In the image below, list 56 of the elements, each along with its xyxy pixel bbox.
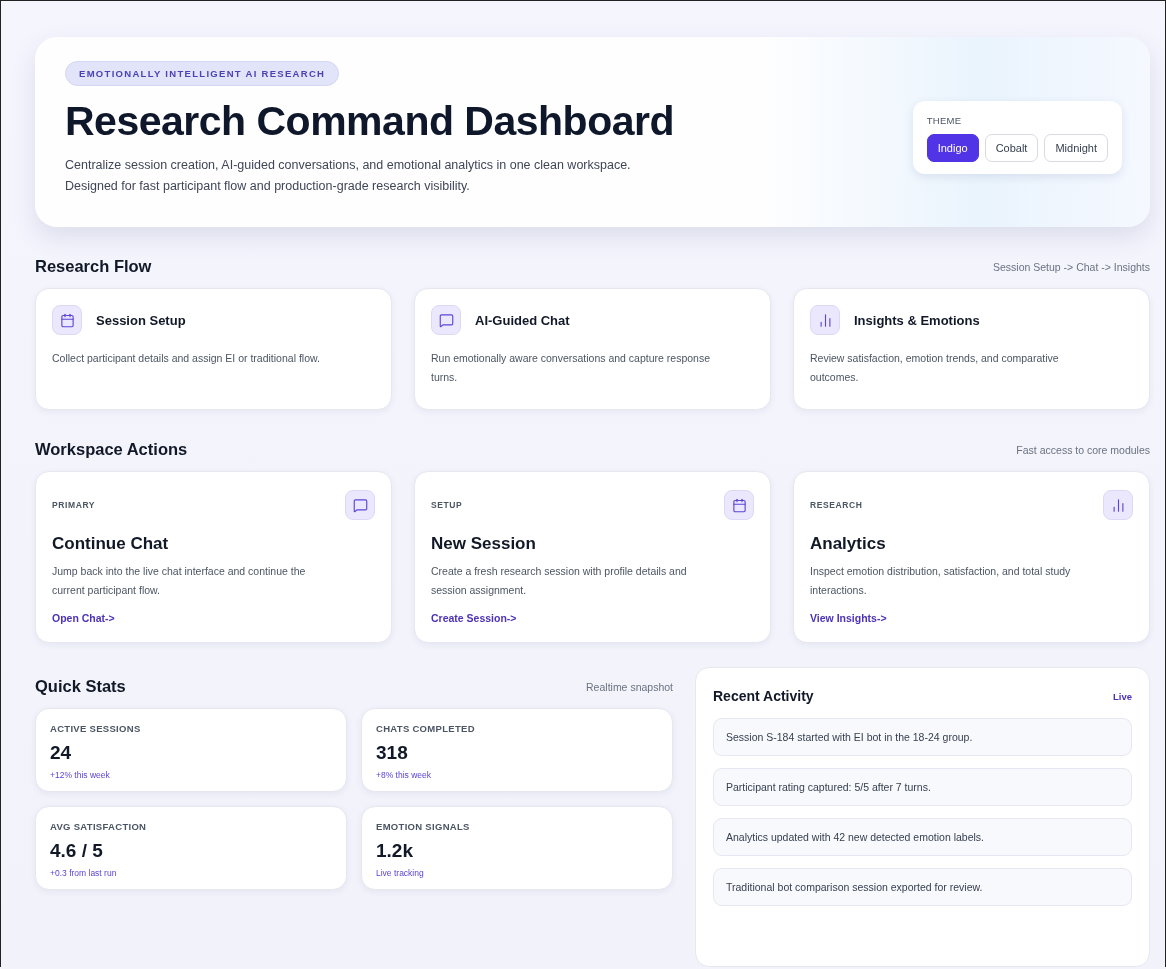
activity-item: Participant rating captured: 5/5 after 7 turns. [713,768,1132,806]
step-title: Session Setup [96,312,186,328]
calendar-icon [52,305,82,335]
live-label: Live [1113,690,1132,702]
activity-item: Session S-184 started with EI bot in the 18-24 group. [713,718,1132,756]
stat-label: AVG SATISFACTION [50,821,148,832]
hero-description: Designed for fast participant flow and production-grade research visibility. [65,178,470,195]
stat-value: 4.6 / 5 [50,840,104,862]
activity-item: Analytics updated with 42 new detected emotion labels. [713,818,1132,856]
page-title: Research Command Dashboard [65,98,674,145]
section-title: Quick Stats [35,677,126,696]
theme-option[interactable]: Indigo [926,133,979,162]
stat-note: +0.3 from last run [50,868,118,878]
stat-note: Live tracking [376,868,425,878]
card-link[interactable]: View Insights-> [810,612,887,624]
stat-value: 24 [50,742,73,764]
activity-item: Traditional bot comparison session exported for review. [713,868,1132,906]
section-hint: Fast access to core modules [1016,443,1150,456]
card-title: Analytics [810,534,887,554]
stat-value: 1.2k [376,840,414,862]
step-title: Insights & Emotions [854,312,980,328]
theme-option[interactable]: Cobalt [984,133,1039,162]
chat-icon [345,490,375,520]
card-title: Continue Chat [52,534,170,554]
panel-title: Recent Activity [713,688,814,704]
eyebrow-badge: EMOTIONALLY INTELLIGENT AI RESEARCH [65,61,340,86]
step-description: Collect participant details and assign EI or traditional flow. [52,351,321,366]
card-description: Inspect emotion distribution, satisfaction, and total study interactions. [810,564,1072,598]
card-link[interactable]: Create Session-> [431,612,517,624]
card-title: New Session [431,534,537,554]
calendar-icon [724,490,754,520]
section-hint: Session Setup -> Chat -> Insights [993,260,1150,273]
card-tag: SETUP [431,500,463,510]
stat-label: ACTIVE SESSIONS [50,723,142,734]
card-description: Jump back into the live chat interface and continue the current participant flow. [52,564,307,598]
stat-note: +8% this week [376,770,433,780]
step-description: Review satisfaction, emotion trends, and comparative outcomes. [810,351,1060,385]
stat-label: CHATS COMPLETED [376,723,476,734]
stat-label: EMOTION SIGNALS [376,821,471,832]
bar-chart-icon [1103,490,1133,520]
card-tag: RESEARCH [810,500,863,510]
step-description: Run emotionally aware conversations and capture response turns. [431,351,711,385]
stat-note: +12% this week [50,770,111,780]
theme-option[interactable]: Midnight [1044,133,1108,162]
card-tag: PRIMARY [52,500,96,510]
step-title: AI-Guided Chat [475,312,570,328]
bar-chart-icon [810,305,840,335]
section-title: Workspace Actions [35,440,188,459]
card-link[interactable]: Open Chat-> [52,612,115,624]
section-title: Research Flow [35,257,152,276]
section-hint: Realtime snapshot [586,680,673,693]
theme-label: THEME [926,114,963,126]
chat-icon [431,305,461,335]
hero-description: Centralize session creation, AI-guided conversations, and emotional analytics in one clean workspace. [65,157,631,174]
card-description: Create a fresh research session with profile details and session assignment. [431,564,688,598]
stat-value: 318 [376,742,409,764]
